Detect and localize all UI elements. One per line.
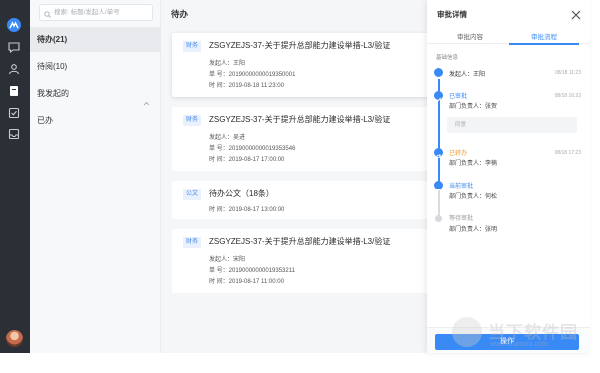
category-badge: 财务 xyxy=(183,115,202,126)
drawer-tabs: 审批内容 审批流程 xyxy=(427,28,590,45)
item-title: ZSGYZEJS-37-关于提升总部能力建设举措-L3/验证 xyxy=(209,41,391,50)
close-icon[interactable] xyxy=(571,7,581,25)
tab-approval-content[interactable]: 审批内容 xyxy=(457,31,483,41)
nav-item-todo[interactable]: 待办(21) xyxy=(30,27,161,52)
item-number: 单 号：20190000000019350001 xyxy=(209,72,296,78)
list-item[interactable]: 财务 ZSGYZEJS-37-关于提升总部能力建设举措-L3/验证 发起人：宋阳… xyxy=(172,229,430,293)
tab-approval-flow[interactable]: 审批流程 xyxy=(531,31,557,41)
item-initiator: 发起人：王阳 xyxy=(209,61,246,67)
watermark-text: 当下软件园 xyxy=(488,323,578,342)
todo-list-panel: 待办 财务 ZSGYZEJS-37-关于提升总部能力建设举措-L3/验证 发起人… xyxy=(161,0,430,353)
watermark-logo-icon xyxy=(452,317,482,347)
message-icon[interactable] xyxy=(8,42,21,54)
nav-item-initiated[interactable]: 我发起的 xyxy=(30,81,161,106)
timeline-person: 部门负责人：张贺 xyxy=(449,104,498,110)
inbox-icon[interactable] xyxy=(8,128,21,140)
list-item[interactable]: 财务 ZSGYZEJS-37-关于提升总部能力建设举措-L3/验证 发起人：王阳… xyxy=(172,33,430,97)
item-title: ZSGYZEJS-37-关于提升总部能力建设举措-L3/验证 xyxy=(209,237,391,246)
nav-item-done[interactable]: 已办 xyxy=(30,108,161,133)
nav-item-to-read[interactable]: 待阅(10) xyxy=(30,54,161,79)
timeline-dot-pending xyxy=(435,215,442,222)
timeline-person: 部门负责人：何松 xyxy=(449,194,498,200)
item-number: 单 号：20190000000019353546 xyxy=(209,146,296,152)
timeline-time: 08/18 11:23 xyxy=(554,70,581,76)
timeline-initiator: 发起人：王阳 xyxy=(449,72,486,78)
category-badge: 财务 xyxy=(183,41,202,52)
current-step-icon xyxy=(434,181,443,190)
list-item[interactable]: 公文 待办公文（18条） 时 间：2019-08-17 13:00:00 xyxy=(172,181,430,219)
item-time: 时 间：2019-08-17 17:00:00 xyxy=(209,157,285,163)
category-badge: 财务 xyxy=(183,237,202,248)
item-number: 单 号：20190000000019353211 xyxy=(209,268,295,274)
item-initiator: 发起人：宋阳 xyxy=(209,257,246,263)
item-title: ZSGYZEJS-37-关于提升总部能力建设举措-L3/验证 xyxy=(209,115,391,124)
item-title: 待办公文（18条） xyxy=(209,189,274,198)
watermark-url: www.downxia.com xyxy=(490,341,548,348)
search-icon xyxy=(44,9,51,24)
list-item[interactable]: 财务 ZSGYZEJS-37-关于提升总部能力建设举措-L3/验证 发起人：吴进… xyxy=(172,107,430,171)
app-logo-icon[interactable] xyxy=(7,18,21,32)
timeline-status: 已转办 xyxy=(449,151,468,157)
task-check-icon[interactable] xyxy=(8,107,21,119)
timeline-status: 当前审批 xyxy=(449,184,474,190)
check-icon xyxy=(434,91,443,102)
nav-item-initiated-label: 我发起的 xyxy=(37,89,69,98)
timeline-person: 部门负责人：李楠 xyxy=(449,161,498,167)
app-window: 搜索: 标题/发起人/单号 待办(21) 待阅(10) 我发起的 已办 待办 财… xyxy=(0,0,600,373)
nav-panel: 搜索: 标题/发起人/单号 待办(21) 待阅(10) 我发起的 已办 xyxy=(30,0,161,353)
item-time: 时 间：2019-08-17 13:00:00 xyxy=(209,207,285,213)
contacts-icon[interactable] xyxy=(8,63,21,75)
transfer-icon xyxy=(434,148,443,159)
approval-comment: 同意 xyxy=(447,117,577,133)
timeline-dot xyxy=(434,68,443,77)
timeline-time: 08/18 16:23 xyxy=(554,93,581,99)
drawer-title: 审批详情 xyxy=(437,10,467,19)
search-placeholder: 搜索: 标题/发起人/单号 xyxy=(54,9,120,16)
timeline-time: 08/18 17:23 xyxy=(554,150,581,156)
section-label: 基础信息 xyxy=(436,55,459,61)
search-input[interactable]: 搜索: 标题/发起人/单号 xyxy=(39,4,153,21)
timeline-status: 等待审批 xyxy=(449,216,474,222)
user-avatar[interactable] xyxy=(6,330,23,347)
item-time: 时 间：2019-08-17 11:00:00 xyxy=(209,279,284,285)
approval-detail-drawer: 审批详情 审批内容 审批流程 基础信息 发起人：王阳 08/18 11:23 已… xyxy=(427,0,590,353)
timeline-person: 部门负责人：张明 xyxy=(449,227,498,233)
active-tab-indicator xyxy=(509,43,579,45)
category-badge: 公文 xyxy=(183,189,202,200)
document-icon[interactable] xyxy=(8,85,21,97)
timeline-status: 已审批 xyxy=(449,94,468,100)
page-title: 待办 xyxy=(171,9,189,19)
icon-rail xyxy=(0,0,30,353)
item-time: 时 间：2019-08-18 11:23:00 xyxy=(209,83,284,89)
item-initiator: 发起人：吴进 xyxy=(209,135,246,141)
watermark: 当下软件园 www.downxia.com xyxy=(452,316,598,356)
